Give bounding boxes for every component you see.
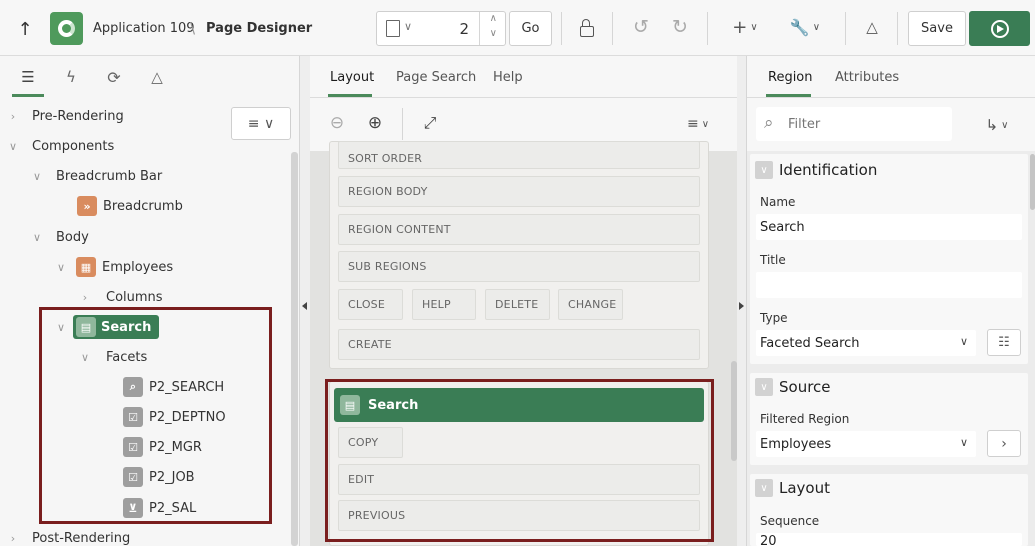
tree-item-post-rendering[interactable]: › Post-Rendering [6, 526, 130, 546]
page-icon [386, 20, 400, 37]
title-label: Title [760, 253, 786, 267]
left-splitter[interactable] [300, 56, 310, 546]
slot-sort-order[interactable]: SORT ORDER [338, 141, 700, 169]
unlock-icon[interactable] [576, 17, 598, 39]
collapse-icon[interactable]: ∨ [755, 378, 773, 396]
left-scrollbar[interactable] [291, 152, 298, 546]
expand-icon[interactable]: ⤢ [419, 112, 441, 134]
tree-item-components[interactable]: ∨ Components [6, 134, 114, 158]
tab-help[interactable]: Help [493, 70, 523, 85]
section-source[interactable]: ∨ Source [755, 371, 1029, 403]
tree-item-breadcrumb[interactable]: » Breadcrumb [77, 194, 183, 218]
title-field[interactable] [756, 272, 1022, 298]
sequence-label: Sequence [760, 514, 820, 528]
filter-input[interactable] [788, 114, 938, 134]
tree-item-breadcrumb-bar[interactable]: ∨ Breadcrumb Bar [30, 164, 162, 188]
go-to-region-button[interactable]: › [987, 430, 1021, 457]
stepper-up-icon[interactable]: ∧ [490, 13, 497, 24]
property-editor: Region Attributes ⌕ ↳∨ ∨Identification N… [746, 56, 1035, 546]
create-plus-icon[interactable]: + ∨ [728, 16, 762, 38]
undo-icon[interactable]: ↺ [630, 16, 652, 38]
zoom-in-icon[interactable]: ⊕ [364, 112, 386, 134]
tree-item-pre-rendering[interactable]: › Pre-Rendering [6, 104, 124, 128]
go-to-group-icon[interactable]: ↳ ∨ [977, 114, 1017, 136]
sequence-field[interactable]: 20 [756, 533, 1022, 546]
tree-item-body[interactable]: ∨ Body [30, 225, 89, 249]
name-label: Name [760, 195, 796, 209]
slot-create[interactable]: CREATE [338, 329, 700, 360]
collapse-icon[interactable]: ∨ [755, 479, 773, 497]
slot-region-content[interactable]: REGION CONTENT [338, 214, 700, 245]
chevron-down-icon: ∨ [404, 20, 413, 33]
slot-change[interactable]: CHANGE [558, 289, 623, 320]
stepper-down-icon[interactable]: ∨ [490, 28, 497, 39]
section-identification[interactable]: ∨ Identification [755, 154, 1029, 186]
page-title: Page Designer [206, 21, 313, 36]
utilities-wrench-icon[interactable]: 🔧 ∨ [786, 16, 824, 38]
rendering-tab-icon[interactable]: ☰ [17, 66, 39, 88]
tree-view-menu-button[interactable]: ≡ ∨ [231, 107, 291, 140]
layout-highlight-box [325, 379, 714, 542]
slot-region-body[interactable]: REGION BODY [338, 176, 700, 207]
filtered-region-label: Filtered Region [760, 412, 850, 426]
tree-highlight-box [39, 307, 272, 524]
filter-field[interactable]: ⌕ [756, 107, 952, 141]
interactive-report-icon: ▦ [76, 257, 96, 277]
right-splitter[interactable] [737, 56, 746, 546]
go-button[interactable]: Go [509, 11, 552, 46]
type-label: Type [760, 311, 788, 325]
section-layout[interactable]: ∨ Layout [755, 472, 1029, 504]
tree-item-columns[interactable]: › Columns [78, 285, 163, 309]
processing-tab-icon[interactable]: ⟳ [103, 66, 125, 88]
type-list-button[interactable]: ☷ [987, 329, 1021, 356]
dynamic-actions-tab-icon[interactable]: ϟ [60, 66, 82, 88]
left-panel: ☰ ϟ ⟳ △ ≡ ∨ › Pre-Rendering ∨ Components ∨… [0, 56, 300, 546]
tab-layout[interactable]: Layout [330, 70, 374, 85]
slot-close[interactable]: CLOSE [338, 289, 403, 320]
page-selector[interactable]: ∨ 2 ∧ ∨ [376, 11, 506, 46]
slot-delete[interactable]: DELETE [485, 289, 550, 320]
play-icon [990, 19, 1009, 38]
tab-page-search[interactable]: Page Search [396, 70, 476, 85]
name-field[interactable]: Search [756, 214, 1022, 240]
layout-panel: Layout Page Search Help ⊖ ⊕ ⤢ ≡ ∨ SORT OR… [310, 56, 737, 546]
collapse-icon[interactable]: ∨ [755, 161, 773, 179]
top-toolbar: ↑ Application 109 \ Page Designer ∨ 2 ∧ … [0, 0, 1035, 56]
tree-item-employees[interactable]: ∨ ▦ Employees [54, 255, 173, 279]
breadcrumb-separator: \ [190, 19, 196, 37]
save-button[interactable]: Save [908, 11, 966, 46]
layout-canvas: SORT ORDER REGION BODY REGION CONTENT SU… [310, 141, 737, 546]
page-number-input[interactable]: 2 [459, 20, 469, 38]
tab-attributes[interactable]: Attributes [835, 70, 899, 85]
shared-components-icon[interactable]: △ [861, 16, 883, 38]
search-icon: ⌕ [764, 113, 774, 133]
up-arrow-icon[interactable]: ↑ [14, 18, 36, 40]
shared-components-tab-icon[interactable]: △ [146, 66, 168, 88]
type-select[interactable]: Faceted Search ∨ [756, 330, 976, 356]
slot-sub-regions[interactable]: SUB REGIONS [338, 251, 700, 282]
app-logo-icon[interactable] [50, 12, 83, 45]
zoom-out-icon[interactable]: ⊖ [326, 112, 348, 134]
layout-menu-icon[interactable]: ≡ ∨ [680, 113, 716, 135]
slot-help[interactable]: HELP [412, 289, 476, 320]
filtered-region-select[interactable]: Employees ∨ [756, 431, 976, 457]
redo-icon[interactable]: ↻ [669, 16, 691, 38]
run-page-button[interactable] [969, 11, 1030, 46]
chevron-down-icon: ∨ [959, 335, 968, 348]
right-scrollbar[interactable] [1030, 154, 1035, 210]
breadcrumb-icon: » [77, 196, 97, 216]
app-name-link[interactable]: Application 109 [93, 21, 195, 36]
chevron-down-icon: ∨ [959, 436, 968, 449]
tab-region[interactable]: Region [768, 70, 813, 85]
